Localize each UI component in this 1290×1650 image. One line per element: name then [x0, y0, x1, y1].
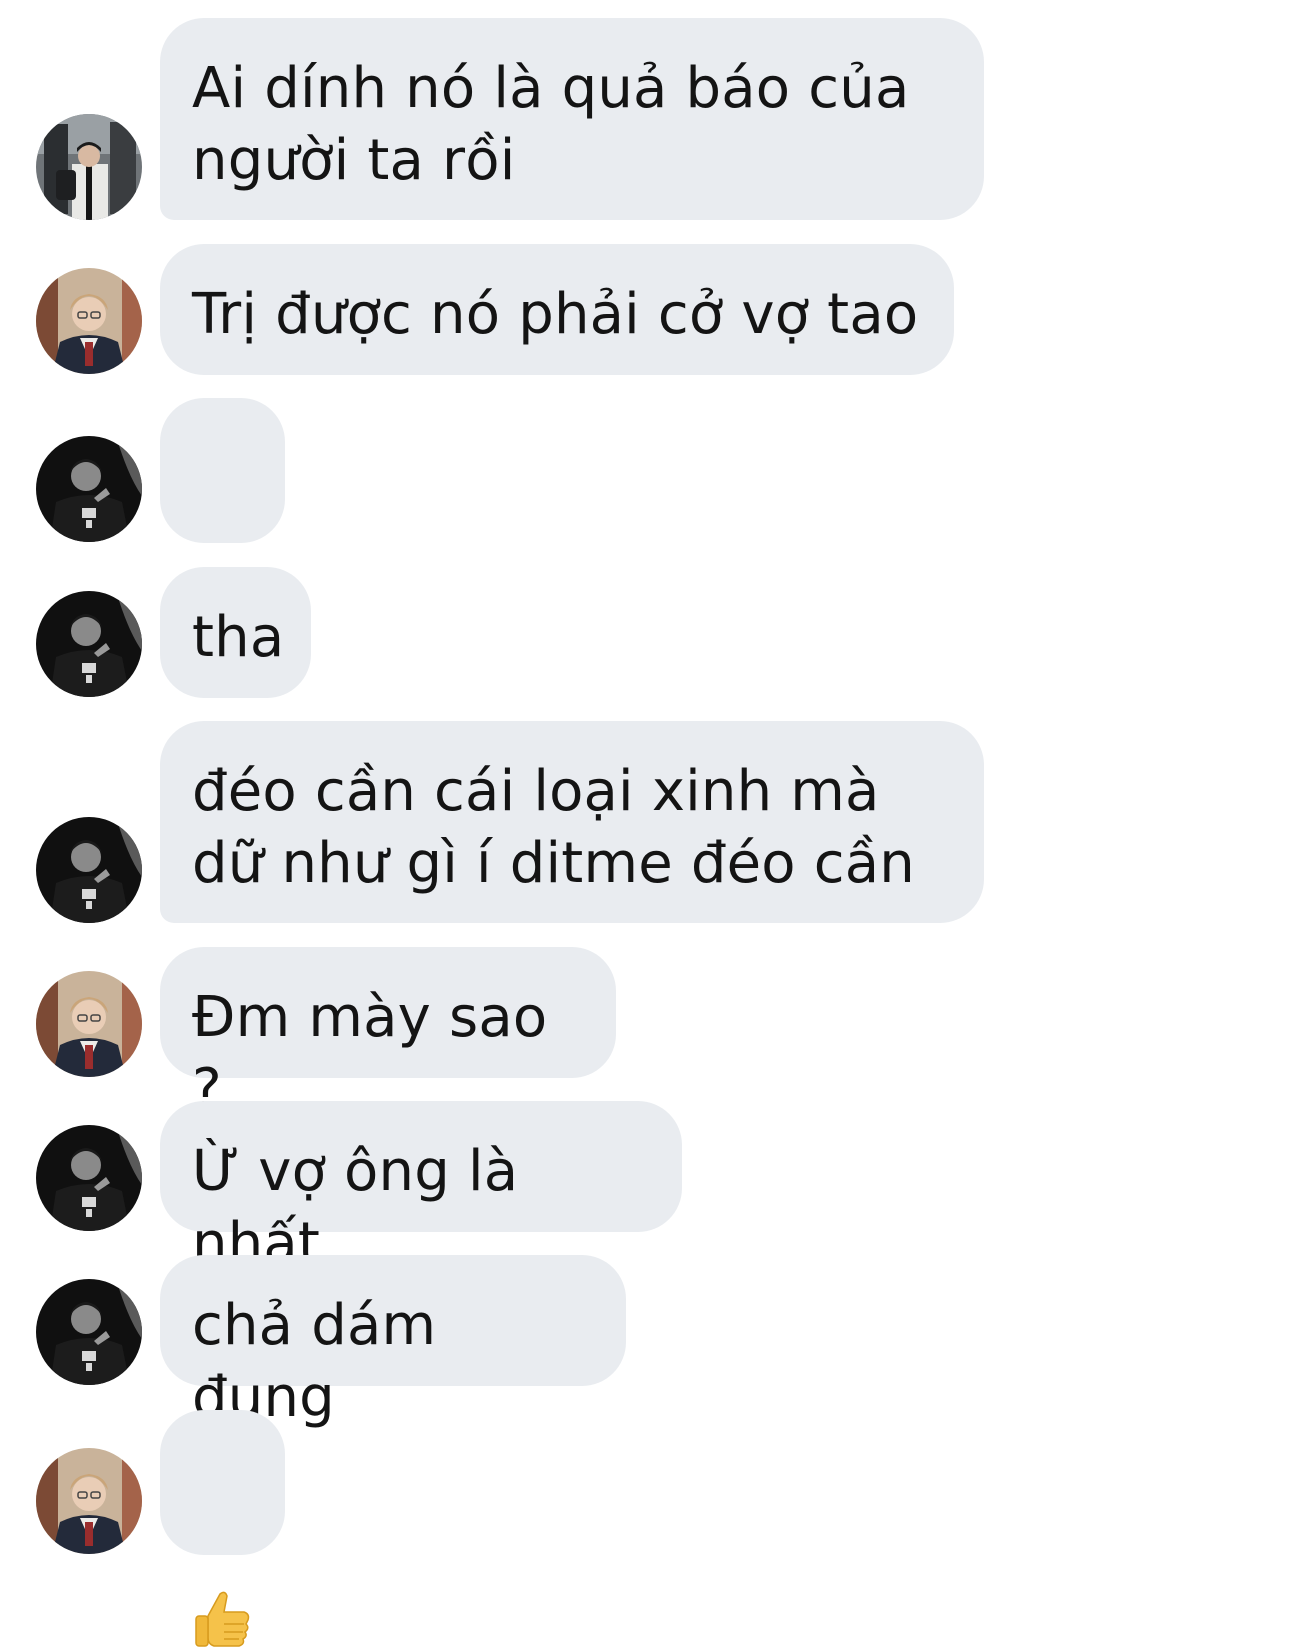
avatar[interactable] — [36, 436, 142, 542]
avatar-blazer-boy-icon — [36, 971, 142, 1077]
message-bubble[interactable]: Đm mày sao ? — [160, 947, 616, 1122]
thumbs-up-icon — [192, 1588, 253, 1650]
avatar-dark-monochrome-icon — [36, 1125, 142, 1231]
message-bubble[interactable]: tha — [160, 567, 311, 698]
avatar[interactable] — [36, 591, 142, 697]
avatar[interactable] — [36, 268, 142, 374]
avatar-dark-monochrome-icon — [36, 591, 142, 697]
avatar-dark-monochrome-icon — [36, 817, 142, 923]
avatar[interactable] — [36, 114, 142, 220]
message-bubble[interactable] — [160, 398, 285, 633]
message-thread: Ai dính nó là quả báo của người ta rồi T… — [0, 0, 1290, 1647]
avatar-blazer-boy-icon — [36, 1448, 142, 1554]
avatar-dark-monochrome-icon — [36, 1279, 142, 1385]
message-bubble[interactable]: đéo cần cái loại xinh mà dữ như gì í dit… — [160, 721, 984, 923]
avatar-blazer-boy-icon — [36, 268, 142, 374]
avatar[interactable] — [36, 1125, 142, 1231]
avatar-dark-monochrome-icon — [36, 436, 142, 542]
avatar-suit-photo-icon — [36, 114, 142, 220]
message-bubble[interactable]: chả dám đụng — [160, 1255, 626, 1430]
avatar[interactable] — [36, 971, 142, 1077]
message-bubble[interactable]: Trị được nó phải cở vợ tao — [160, 244, 954, 375]
avatar[interactable] — [36, 1448, 142, 1554]
avatar[interactable] — [36, 1279, 142, 1385]
message-bubble[interactable]: Ừ vợ ông là nhất — [160, 1101, 682, 1276]
message-bubble[interactable]: Ai dính nó là quả báo của người ta rồi — [160, 18, 984, 220]
avatar[interactable] — [36, 817, 142, 923]
message-bubble[interactable] — [160, 1410, 285, 1647]
